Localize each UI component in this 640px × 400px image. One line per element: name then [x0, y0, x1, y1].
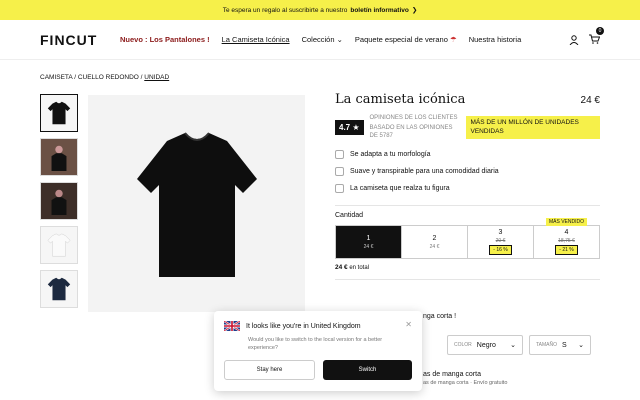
umbrella-icon: ☂ [449, 35, 457, 44]
promo-banner: Te espera un regalo al suscribirte a nue… [0, 0, 640, 20]
nav-icons: 0 [569, 26, 604, 49]
popup-body: Would you like to switch to the local ve… [248, 337, 383, 351]
best-seller-badge: MÁS VENDIDO [545, 218, 587, 227]
main-nav: FINCUT Nuevo : Los Pantalones ! La Camis… [0, 20, 640, 60]
total-price: 24 € en total [335, 264, 370, 272]
quantity-option-3[interactable]: 3 20 € - 16 % [468, 226, 534, 259]
breadcrumb: CAMISETA / CUELLO REDONDO / UNIDAD [40, 74, 170, 81]
promo-text: Te espera un regalo al suscribirte a nue… [222, 6, 348, 14]
close-icon[interactable]: ✕ [405, 320, 412, 329]
cart-count-badge: 0 [596, 26, 604, 35]
nav-menu: Nuevo : Los Pantalones ! La Camiseta Icó… [120, 35, 521, 44]
feather-icon [335, 167, 344, 177]
breadcrumb-item[interactable]: UNIDAD [144, 74, 169, 81]
thumbnail[interactable] [40, 226, 78, 264]
thumbnail[interactable] [40, 270, 78, 308]
size-select[interactable]: TAMAÑO S ⌄ [529, 335, 591, 355]
quantity-option-2[interactable]: 2 24 € [402, 226, 468, 259]
thumbnail[interactable] [40, 182, 78, 220]
product-title: La camiseta icónica [335, 92, 466, 107]
logo[interactable]: FINCUT [40, 32, 120, 48]
product-image[interactable] [88, 95, 305, 312]
feature-list: Se adapta a tu morfología Suave y transp… [335, 150, 600, 194]
user-icon[interactable] [569, 34, 579, 45]
sales-badge: MÁS DE UN MILLÓN DE UNIDADES VENDIDAS [465, 116, 600, 140]
divider [335, 205, 600, 207]
thumbnail[interactable] [40, 138, 78, 176]
chevron-down-icon: ⌄ [336, 35, 343, 44]
uk-flag-icon [224, 321, 240, 331]
divider [335, 279, 600, 281]
promo-link[interactable]: boletín informativo [350, 7, 409, 14]
offer-subline: as de manga corta · Envío gratuito [423, 380, 508, 386]
offer-title: nga corta ! [423, 313, 457, 320]
cart-icon [589, 34, 601, 44]
product-info: La camiseta icónica 24 € 4.7 ★ OPINIONES… [335, 92, 600, 286]
thumbnail[interactable] [40, 94, 78, 132]
breadcrumb-item[interactable]: CUELLO REDONDO [78, 74, 139, 81]
chevron-down-icon: ⌄ [578, 342, 584, 349]
nav-item-summer-pack[interactable]: Paquete especial de verano ☂ [355, 35, 457, 44]
quantity-selector: 1 24 € 2 24 € 3 20 € - 16 % MÁS VENDIDO 4 18,… [335, 218, 600, 260]
discount-badge: - 16 % [489, 245, 512, 256]
quantity-option-4[interactable]: MÁS VENDIDO 4 18,75 € - 21 % [534, 218, 599, 258]
product-price: 24 € [580, 95, 600, 106]
quantity-option-1[interactable]: 1 24 € [336, 226, 402, 259]
cart-button[interactable]: 0 [589, 26, 604, 49]
nav-item-collection[interactable]: Colección ⌄ [302, 35, 343, 44]
feature-item: Suave y transpirable para una comodidad … [335, 167, 600, 177]
tshirt-icon [335, 184, 344, 194]
promo-arrow-icon: ❯ [411, 7, 418, 14]
nav-item-new[interactable]: Nuevo : Los Pantalones ! [120, 35, 210, 44]
thumbnail-list [40, 94, 78, 308]
nav-item-iconic-tshirt[interactable]: La Camiseta Icónica [222, 35, 290, 44]
rating-score[interactable]: 4.7 ★ [335, 120, 364, 136]
nav-item-our-story[interactable]: Nuestra historia [469, 35, 522, 44]
locale-popup: It looks like you're in United Kingdom ✕… [214, 311, 422, 391]
feature-item: La camiseta que realza tu figura [335, 184, 600, 194]
feature-item: Se adapta a tu morfología [335, 150, 600, 160]
discount-badge: - 21 % [555, 245, 578, 256]
switch-button[interactable]: Switch [323, 360, 412, 381]
rating-text: OPINIONES DE LOS CLIENTES BASADO EN LAS … [369, 115, 458, 139]
color-select[interactable]: COLOR Negro ⌄ [447, 335, 523, 355]
chevron-down-icon: ⌄ [510, 342, 516, 349]
variant-selects: COLOR Negro ⌄ TAMAÑO S ⌄ [447, 335, 591, 355]
tshirt-image [136, 131, 257, 277]
offer-line: as de manga corta [423, 371, 481, 378]
breadcrumb-item[interactable]: CAMISETA [40, 74, 72, 81]
fit-icon [335, 150, 344, 160]
popup-title: It looks like you're in United Kingdom [246, 322, 361, 330]
stay-here-button[interactable]: Stay here [224, 360, 315, 381]
